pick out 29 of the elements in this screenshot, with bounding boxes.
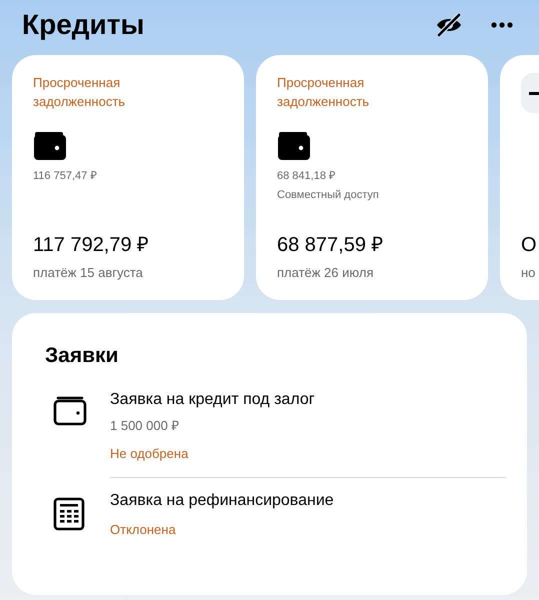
wallet-icon [53,396,87,426]
loan-card[interactable]: О но [500,55,539,300]
more-icon[interactable] [491,22,513,28]
application-status: Не одобрена [110,444,190,463]
application-title: Заявка на кредит под залог [110,390,316,410]
wallet-icon [277,131,311,161]
hidden-eye-icon[interactable] [435,13,463,37]
application-amount: 1 500 000 ₽ [110,417,180,435]
overdue-amount: 116 757,47 ₽ [33,169,98,184]
application-item[interactable]: Заявка на рефинансирование Отклонена [45,490,506,554]
application-title: Заявка на рефинансирование [110,491,335,511]
page-title: Кредиты [22,8,146,42]
application-item[interactable]: Заявка на кредит под залог 1 500 000 ₽ Не одобрена [45,389,506,490]
loan-amount: 117 792,79 ₽ [33,232,150,256]
loan-card[interactable]: Просроченная задолженность 68 841,18 ₽ Совместный доступ 68 877,59 ₽ платёж 26 июля [256,55,488,300]
payment-date: платёж 26 июля [277,264,374,282]
loan-amount: 68 877,59 ₽ [277,232,385,256]
application-status: Отклонена [110,521,177,539]
wallet-icon [33,131,67,161]
loan-status: Просроченная задолженность [33,74,126,111]
payment-date: но [521,264,536,282]
overdue-amount: 68 841,18 ₽ [277,169,336,184]
loan-card[interactable]: Просроченная задолженность 116 757,47 ₽ 117 792,79 ₽ платёж 15 августа [12,55,244,300]
section-title: Заявки [45,343,120,369]
loan-status: Просроченная задолженность [277,74,370,111]
loan-note: Совместный доступ [277,188,380,202]
loan-amount: О [521,232,538,256]
calculator-icon [53,497,85,531]
payment-date: платёж 15 августа [33,264,144,282]
